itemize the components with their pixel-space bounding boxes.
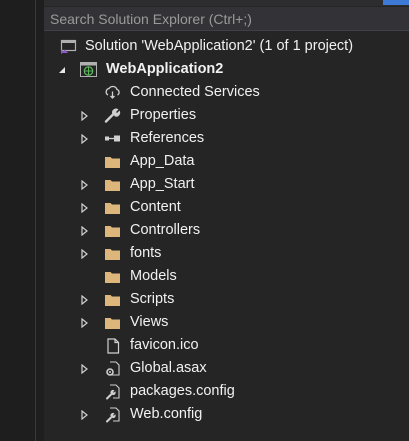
tree-item-label: Connected Services (130, 84, 260, 100)
search-placeholder: Search Solution Explorer (Ctrl+;) (50, 11, 252, 27)
solution-icon (60, 38, 77, 55)
ide-window: Search Solution Explorer (Ctrl+;) Soluti… (0, 0, 409, 441)
wrench-icon (104, 107, 121, 124)
tree-item-label: Views (130, 314, 169, 330)
folder-icon (104, 314, 121, 331)
tree-item-references[interactable]: References (44, 127, 409, 150)
folder-icon (104, 245, 121, 262)
tree-item-project[interactable]: WebApplication2 (44, 58, 409, 81)
tree-item-label: App_Start (130, 176, 195, 192)
caret-collapsed-icon[interactable] (78, 219, 90, 242)
caret-collapsed-icon[interactable] (78, 403, 90, 426)
caret-collapsed-icon[interactable] (78, 104, 90, 127)
tree-item-label: favicon.ico (130, 337, 199, 353)
editor-area-edge (0, 0, 35, 441)
connected-services-icon (104, 84, 121, 101)
caret-expanded-icon[interactable] (56, 58, 68, 81)
tree-item-favicon[interactable]: favicon.ico (44, 334, 409, 357)
web-project-icon (80, 61, 97, 78)
solution-explorer-panel: Search Solution Explorer (Ctrl+;) Soluti… (44, 0, 409, 441)
tree-item-label: Global.asax (130, 360, 207, 376)
tree-item-label: Scripts (130, 291, 175, 307)
toolbar-accent (383, 0, 409, 5)
file-icon (104, 337, 121, 354)
caret-collapsed-icon[interactable] (78, 173, 90, 196)
tree-item-web-config[interactable]: Web.config (44, 403, 409, 426)
folder-icon (104, 291, 121, 308)
tree-item-label: Properties (130, 107, 197, 123)
tree-item-solution[interactable]: Solution 'WebApplication2' (1 of 1 proje… (44, 35, 409, 58)
tree-item-content[interactable]: Content (44, 196, 409, 219)
folder-icon (104, 176, 121, 193)
caret-collapsed-icon[interactable] (78, 357, 90, 380)
folder-icon (104, 153, 121, 170)
tree-item-app-data[interactable]: App_Data (44, 150, 409, 173)
tree-item-label: Models (130, 268, 177, 284)
tree-item-label: Solution 'WebApplication2' (1 of 1 proje… (85, 38, 354, 54)
tree-item-scripts[interactable]: Scripts (44, 288, 409, 311)
folder-icon (104, 199, 121, 216)
solution-tree: Solution 'WebApplication2' (1 of 1 proje… (44, 35, 409, 426)
toolbar (44, 0, 409, 6)
caret-collapsed-icon[interactable] (78, 127, 90, 150)
tree-item-models[interactable]: Models (44, 265, 409, 288)
tree-item-global-asax[interactable]: Global.asax (44, 357, 409, 380)
tree-item-label: References (130, 130, 205, 146)
folder-icon (104, 268, 121, 285)
tree-item-connected-services[interactable]: Connected Services (44, 81, 409, 104)
gear-file-icon (104, 360, 121, 377)
caret-collapsed-icon[interactable] (78, 196, 90, 219)
tree-item-packages-config[interactable]: packages.config (44, 380, 409, 403)
config-file-icon (104, 406, 121, 423)
references-icon (104, 130, 121, 147)
tree-item-app-start[interactable]: App_Start (44, 173, 409, 196)
search-input[interactable]: Search Solution Explorer (Ctrl+;) (44, 7, 409, 31)
tree-item-label: Content (130, 199, 181, 215)
tree-item-label: WebApplication2 (106, 61, 224, 77)
tree-item-label: packages.config (130, 383, 235, 399)
tree-item-label: App_Data (130, 153, 195, 169)
tree-item-label: Web.config (130, 406, 203, 422)
tree-item-controllers[interactable]: Controllers (44, 219, 409, 242)
folder-icon (104, 222, 121, 239)
tree-item-properties[interactable]: Properties (44, 104, 409, 127)
tree-item-label: Controllers (130, 222, 201, 238)
tree-item-fonts[interactable]: fonts (44, 242, 409, 265)
tree-item-label: fonts (130, 245, 162, 261)
caret-collapsed-icon[interactable] (78, 288, 90, 311)
caret-collapsed-icon[interactable] (78, 311, 90, 334)
divider (35, 0, 36, 441)
tree-item-views[interactable]: Views (44, 311, 409, 334)
caret-collapsed-icon[interactable] (78, 242, 90, 265)
config-file-icon (104, 383, 121, 400)
